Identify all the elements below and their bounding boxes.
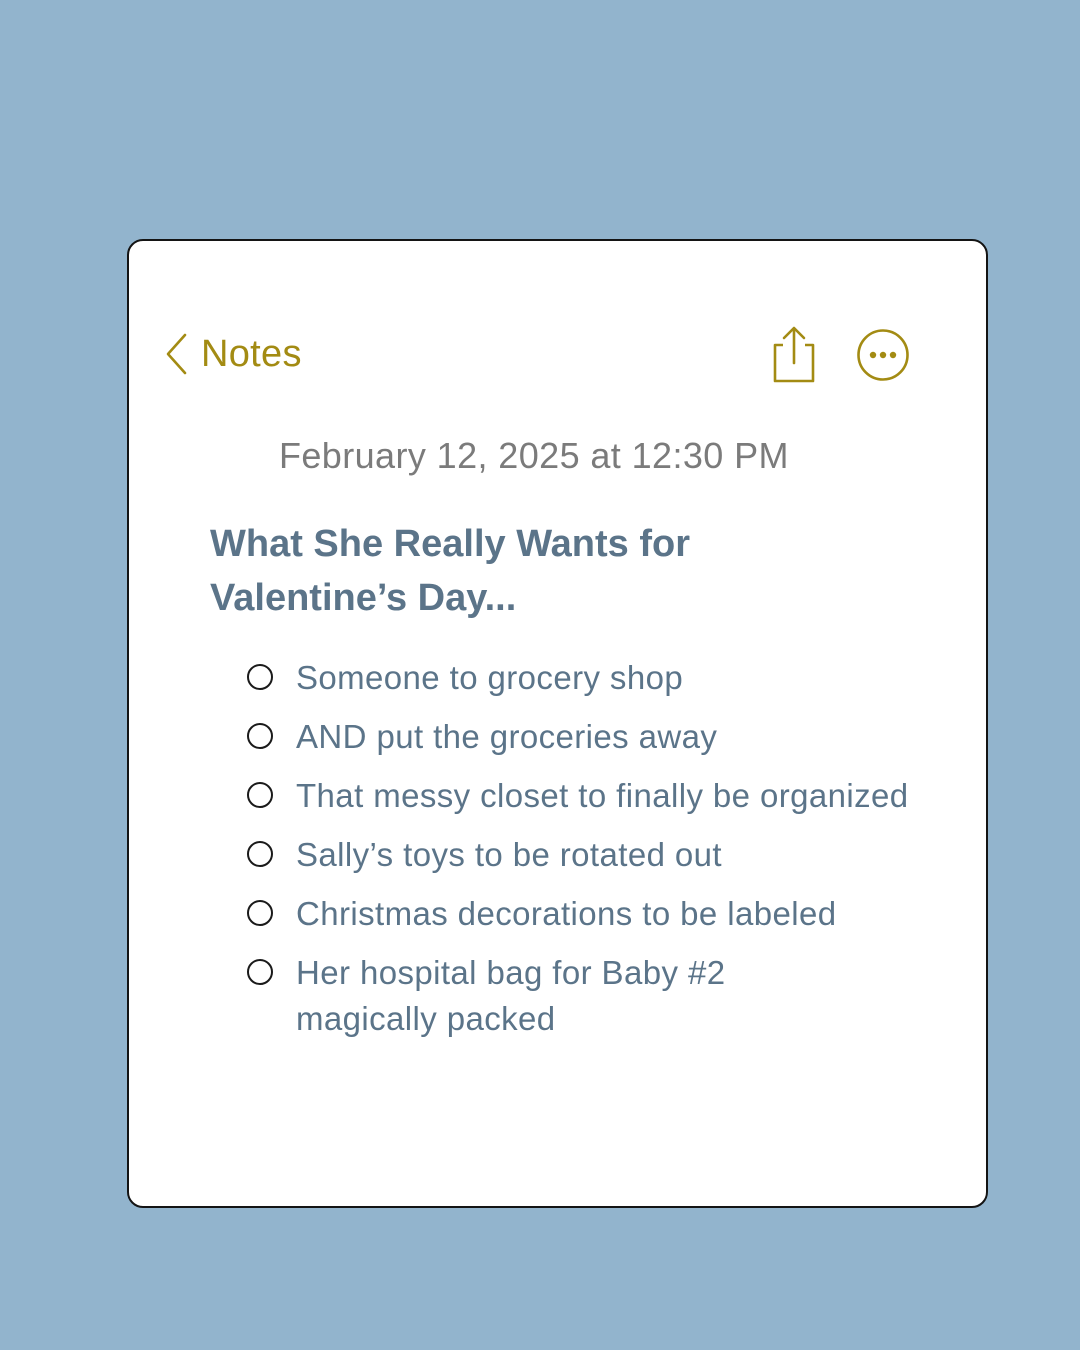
checklist-item-text: Her hospital bag for Baby #2 magically p… [296, 954, 726, 1037]
share-icon [773, 326, 815, 383]
more-options-button[interactable] [855, 327, 911, 383]
checklist-item[interactable]: That messy closet to finally be organize… [245, 773, 965, 819]
checklist-item[interactable]: Someone to grocery shop [245, 655, 965, 701]
chevron-left-icon [166, 333, 187, 375]
checkbox-circle-icon[interactable] [247, 900, 273, 926]
back-button[interactable]: Notes [165, 329, 302, 379]
back-label: Notes [201, 332, 302, 375]
checkbox-circle-icon[interactable] [247, 723, 273, 749]
checklist-item-text: Someone to grocery shop [296, 659, 684, 696]
checklist-item[interactable]: AND put the groceries away [245, 714, 965, 760]
note-timestamp: February 12, 2025 at 12:30 PM [279, 435, 789, 476]
checklist-item[interactable]: Sally’s toys to be rotated out [245, 832, 965, 878]
more-options-icon [857, 329, 909, 381]
share-button[interactable] [767, 325, 817, 385]
checklist-item-text: Sally’s toys to be rotated out [296, 836, 722, 873]
checklist-item-text: AND put the groceries away [296, 718, 718, 755]
checkbox-circle-icon[interactable] [247, 782, 273, 808]
checklist-item-text: That messy closet to finally be organize… [296, 777, 909, 814]
checklist-item-text: Christmas decorations to be labeled [296, 895, 837, 932]
checkbox-circle-icon[interactable] [247, 664, 273, 690]
checklist-item[interactable]: Christmas decorations to be labeled [245, 891, 965, 937]
checklist: Someone to grocery shop AND put the groc… [245, 655, 965, 1055]
checklist-item[interactable]: Her hospital bag for Baby #2 magically p… [245, 950, 766, 1042]
checkbox-circle-icon[interactable] [247, 841, 273, 867]
checkbox-circle-icon[interactable] [247, 959, 273, 985]
note-title[interactable]: What She Really Wants for Valentine’s Da… [210, 517, 830, 625]
note-card: Notes February 12, 2025 at 12:30 PM What… [127, 239, 988, 1208]
